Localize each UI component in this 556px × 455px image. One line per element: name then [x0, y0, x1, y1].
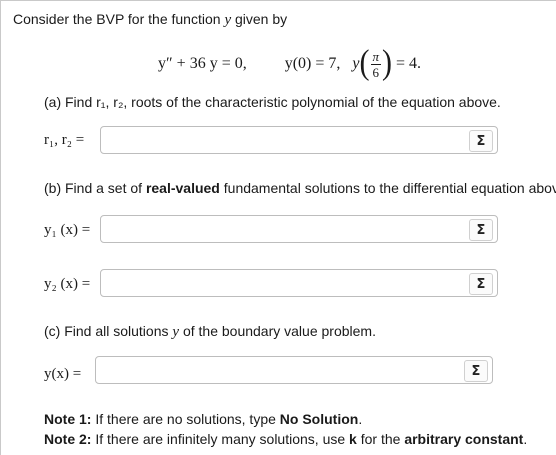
- y1-answer-box: Σ: [100, 215, 498, 243]
- note-2-end: .: [523, 431, 528, 447]
- y1-input[interactable]: [101, 216, 461, 242]
- part-a-label: r₁, r₂ =: [44, 132, 85, 148]
- boundary-condition-2-rhs: = 4.: [396, 55, 422, 72]
- fraction-numerator: π: [372, 48, 380, 64]
- intro-prefix: Consider the BVP for the function: [13, 11, 221, 27]
- note-1-text: If there are no solutions, type: [95, 411, 276, 427]
- pi-over-6-fraction: π 6: [370, 48, 382, 80]
- sigma-icon[interactable]: Σ: [469, 273, 493, 295]
- part-c-prefix: (c) Find all solutions: [44, 323, 169, 339]
- ode: y″ + 36 y = 0,: [158, 55, 247, 72]
- part-b-suffix: fundamental solutions to the differentia…: [223, 180, 556, 196]
- note-2-label: Note 2:: [44, 431, 92, 447]
- part-a-answer-box: Σ: [100, 126, 498, 154]
- part-c-suffix: of the boundary value problem.: [182, 323, 376, 339]
- note-1-end: .: [358, 411, 363, 427]
- intro-var: y: [224, 12, 232, 28]
- y2-input[interactable]: [101, 270, 461, 296]
- note-1: Note 1: If there are no solutions, type …: [44, 411, 362, 427]
- note-2-k: k: [349, 431, 357, 447]
- part-c-input[interactable]: [96, 357, 456, 383]
- note-2-text: If there are infinitely many solutions, …: [95, 431, 346, 447]
- boundary-condition-2-func: y: [352, 55, 360, 72]
- y2-answer-box: Σ: [100, 269, 498, 297]
- part-a-input[interactable]: [101, 127, 461, 153]
- part-c-var: y: [172, 324, 180, 340]
- sigma-icon[interactable]: Σ: [469, 219, 493, 241]
- part-c-prompt: (c) Find all solutions y of the boundary…: [44, 323, 376, 341]
- boundary-condition-1: y(0) = 7,: [284, 55, 341, 72]
- part-b-prompt: (b) Find a set of real-valued fundamenta…: [44, 180, 556, 196]
- part-b-prefix: (b) Find a set of: [44, 180, 143, 196]
- fraction-denominator: 6: [370, 63, 382, 80]
- sigma-icon[interactable]: Σ: [469, 130, 493, 152]
- bvp-equation: y″ + 36 y = 0, y(0) = 7, y ( π 6 ) = 4.: [158, 44, 421, 84]
- intro-suffix: given by: [235, 11, 288, 27]
- note-2-bold-end: arbitrary constant: [404, 431, 524, 447]
- left-paren: (: [359, 43, 370, 82]
- right-paren: ): [382, 43, 393, 82]
- part-b-bold: real-valued: [145, 180, 220, 196]
- problem-intro: Consider the BVP for the function y give…: [13, 11, 287, 29]
- part-c-answer-box: Σ: [95, 356, 493, 384]
- note-2-mid: for the: [360, 431, 401, 447]
- part-a-prompt: (a) Find r₁, r₂, roots of the characteri…: [44, 94, 501, 110]
- y1-label: y₁ (x) =: [44, 222, 91, 238]
- part-c-label: y(x) =: [44, 366, 82, 382]
- note-2: Note 2: If there are infinitely many sol…: [44, 431, 527, 447]
- sigma-icon[interactable]: Σ: [464, 360, 488, 382]
- note-1-bold: No Solution: [279, 411, 359, 427]
- note-1-label: Note 1:: [44, 411, 92, 427]
- y2-label: y₂ (x) =: [44, 276, 91, 292]
